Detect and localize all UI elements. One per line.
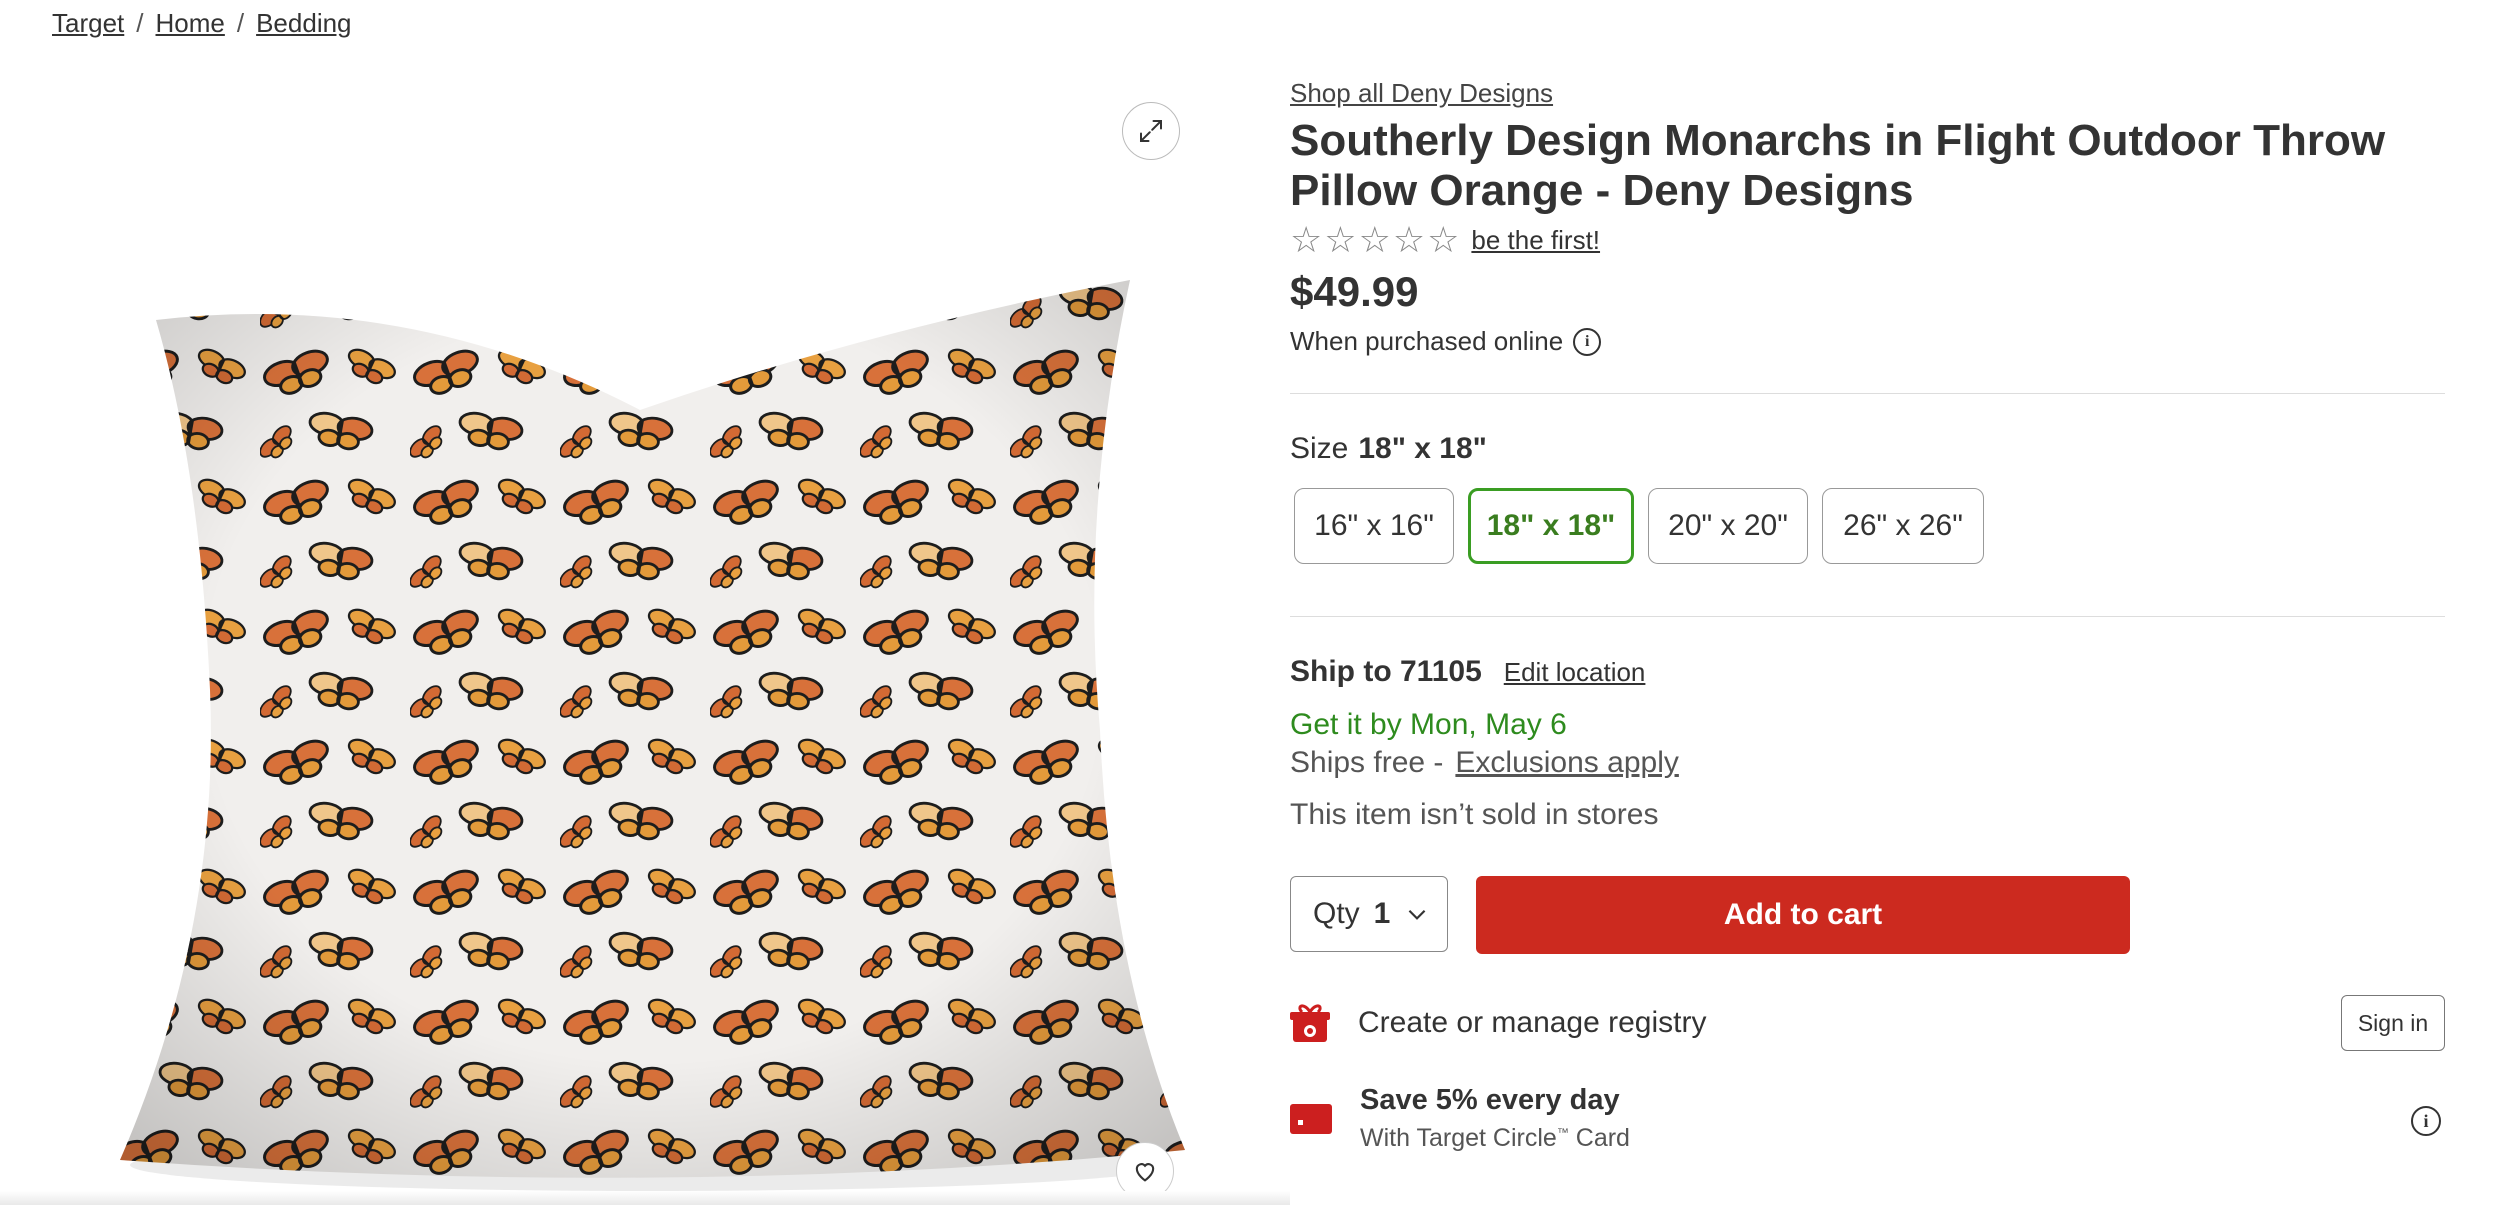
product-price: $49.99 [1290,268,1419,315]
circle-card-headline: Save 5% every day [1360,1084,1620,1116]
breadcrumb-target-link[interactable]: Target [52,8,124,39]
star-empty-icon: ☆ [1290,219,1323,260]
selected-size-value: 18" x 18" [1358,432,1487,465]
chevron-down-icon [1409,909,1426,920]
credit-card-icon [1290,1104,1332,1134]
divider [1290,393,2445,394]
pillow-image [120,280,1185,1191]
store-availability: This item isn’t sold in stores [1290,798,1659,831]
ships-free-text: Ships free - [1290,746,1444,779]
circle-card-subtext-prefix: With Target Circle [1360,1124,1557,1152]
breadcrumb-separator: / [136,8,144,38]
shop-all-brand-link[interactable]: Shop all Deny Designs [1290,78,1553,109]
edit-location-link[interactable]: Edit location [1504,657,1646,688]
size-options: 16" x 16" 18" x 18" 20" x 20" 26" x 26" [1294,488,1984,564]
breadcrumb: Target / Home / Bedding [52,8,352,39]
bottom-shade [0,1191,1290,1205]
expand-arrows-icon [1140,120,1162,142]
size-label-text: Size [1290,432,1349,465]
product-image-gallery [0,60,1230,1205]
info-icon[interactable]: i [1573,327,1602,356]
size-option-16[interactable]: 16" x 16" [1294,488,1454,564]
ships-free-row: Ships free - Exclusions apply [1290,746,1679,780]
info-icon[interactable]: i [2411,1106,2441,1136]
size-option-18[interactable]: 18" x 18" [1468,488,1634,564]
registry-row: Create or manage registry Sign in [1290,995,2445,1051]
star-empty-icon: ☆ [1427,219,1460,260]
size-option-20[interactable]: 20" x 20" [1648,488,1808,564]
gift-icon [1290,1004,1330,1042]
qty-value: 1 [1373,897,1391,930]
exclusions-link[interactable]: Exclusions apply [1455,746,1678,780]
circle-card-subtext: With Target Circle™ Card [1360,1124,1630,1153]
divider [1290,616,2445,617]
product-image[interactable] [110,210,1190,1215]
trademark-symbol: ™ [1556,1125,1569,1140]
heart-icon [1135,1163,1155,1182]
breadcrumb-home-link[interactable]: Home [156,8,225,39]
size-label: Size 18" x 18" [1290,432,1487,466]
circle-card-subtext-suffix: Card [1568,1124,1630,1152]
quantity-select[interactable]: Qty 1 [1290,876,1448,952]
ship-to-row: Ship to 71105 Edit location [1290,655,1645,689]
qty-label: Qty [1313,897,1360,930]
product-title: Southerly Design Monarchs in Flight Outd… [1290,116,2386,215]
ship-to-zip: Ship to 71105 [1290,655,1482,688]
rating-stars[interactable]: ☆ ☆ ☆ ☆ ☆ [1290,222,1459,258]
sign-in-button[interactable]: Sign in [2341,995,2445,1051]
registry-label[interactable]: Create or manage registry [1358,1006,1707,1040]
breadcrumb-bedding-link[interactable]: Bedding [256,8,351,39]
add-to-cart-button[interactable]: Add to cart [1476,876,2130,954]
size-option-26[interactable]: 26" x 26" [1822,488,1984,564]
price-note: When purchased online i [1290,326,1602,357]
star-empty-icon: ☆ [1392,219,1426,260]
star-empty-icon: ☆ [1358,219,1391,260]
star-empty-icon: ☆ [1324,219,1357,260]
circle-card-offer: Save 5% every day With Target Circle™ Ca… [1290,1082,2445,1162]
write-review-link[interactable]: be the first! [1471,225,1600,256]
delivery-estimate: Get it by Mon, May 6 [1290,708,1567,741]
rating-row: ☆ ☆ ☆ ☆ ☆ be the first! [1290,222,1600,258]
breadcrumb-separator: / [236,8,245,38]
price-note-text: When purchased online [1290,326,1564,356]
expand-image-button[interactable] [1122,102,1180,160]
